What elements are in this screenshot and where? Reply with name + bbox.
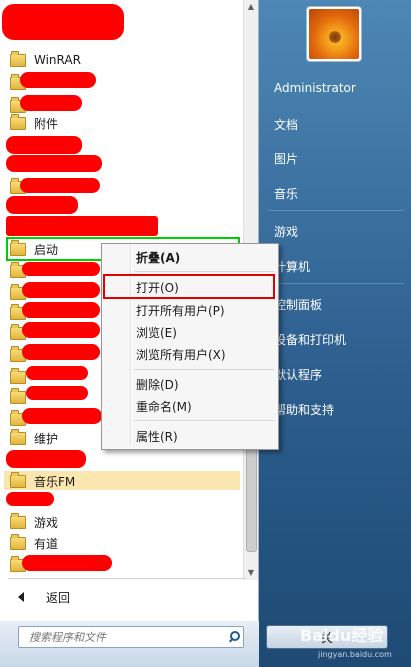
right-item-default-programs[interactable]: 默认程序	[264, 362, 410, 386]
context-separator	[134, 420, 274, 421]
program-folder-games[interactable]: 游戏	[4, 511, 240, 533]
program-label: 音乐FM	[34, 474, 76, 489]
redacted-item	[22, 302, 100, 318]
scroll-thumb[interactable]	[246, 440, 257, 552]
context-separator	[134, 271, 274, 272]
program-folder-winrar[interactable]: WinRAR	[4, 49, 240, 71]
context-item-label: 打开(O)	[136, 280, 179, 295]
context-item-explore[interactable]: 浏览(E)	[136, 322, 274, 342]
context-item-open[interactable]: 打开(O)	[136, 277, 274, 297]
program-folder-musicfm[interactable]: 音乐FM	[4, 470, 240, 492]
right-separator	[268, 210, 404, 211]
program-label: WinRAR	[34, 53, 81, 67]
scroll-down-arrow-icon[interactable]: ▼	[244, 566, 258, 580]
right-item-documents[interactable]: 文档	[264, 112, 410, 136]
redacted-item	[22, 322, 100, 338]
program-folder-accessories[interactable]: 附件	[4, 112, 240, 134]
right-item-label: 控制面板	[274, 297, 323, 312]
context-item-label: 删除(D)	[136, 377, 179, 392]
right-item-devices-printers[interactable]: 设备和打印机	[264, 327, 410, 351]
back-label: 返回	[46, 590, 71, 605]
redacted-item	[22, 408, 102, 424]
back-arrow-icon	[18, 592, 24, 602]
program-label: 附件	[34, 116, 59, 131]
right-item-label: 图片	[274, 151, 299, 166]
context-item-delete[interactable]: 删除(D)	[136, 374, 274, 394]
watermark-url: jingyan.baidu.com	[318, 650, 392, 659]
redacted-item	[6, 155, 102, 172]
right-item-label: 游戏	[274, 224, 299, 239]
redacted-item	[22, 344, 100, 360]
context-item-collapse[interactable]: 折叠(A)	[136, 247, 274, 267]
program-label: 游戏	[34, 515, 59, 530]
right-item-computer[interactable]: 计算机	[264, 254, 410, 278]
redacted-item	[20, 178, 100, 193]
context-separator	[134, 369, 274, 370]
folder-icon	[10, 387, 26, 404]
redacted-item	[22, 555, 112, 571]
right-item-label: 默认程序	[274, 367, 323, 382]
right-item-help-support[interactable]: 帮助和支持	[264, 397, 410, 421]
program-folder-youdao[interactable]: 有道	[4, 532, 240, 554]
right-item-label: 计算机	[274, 259, 311, 274]
scroll-up-arrow-icon[interactable]: ▲	[244, 0, 258, 14]
context-item-rename[interactable]: 重命名(M)	[136, 396, 274, 416]
context-item-explore-all-users[interactable]: 浏览所有用户(X)	[136, 344, 274, 364]
context-item-label: 浏览(E)	[136, 325, 177, 340]
right-item-label: 文档	[274, 117, 299, 132]
right-item-games[interactable]: 游戏	[264, 219, 410, 243]
redacted-item	[26, 366, 88, 380]
watermark-logo: Baidu经验	[300, 626, 384, 645]
right-item-control-panel[interactable]: 控制面板	[264, 292, 410, 316]
context-menu: 折叠(A) 打开(O) 打开所有用户(P) 浏览(E) 浏览所有用户(X) 删除…	[101, 243, 279, 450]
folder-icon	[10, 471, 26, 488]
right-item-label: 帮助和支持	[274, 402, 335, 417]
avatar	[309, 9, 359, 59]
redacted-item	[6, 450, 86, 468]
redacted-item	[2, 4, 124, 40]
redacted-item	[6, 136, 82, 154]
folder-icon	[10, 367, 26, 384]
context-item-label: 折叠(A)	[136, 250, 181, 265]
context-item-open-all-users[interactable]: 打开所有用户(P)	[136, 300, 274, 320]
folder-icon	[10, 428, 26, 445]
redacted-item	[6, 492, 54, 506]
context-item-label: 打开所有用户(P)	[136, 303, 225, 318]
redacted-item	[20, 95, 82, 111]
search-icon[interactable]	[225, 628, 243, 646]
redacted-item	[6, 216, 158, 236]
redacted-item	[20, 72, 96, 88]
context-item-label: 属性(R)	[136, 429, 178, 444]
right-separator	[268, 283, 404, 284]
right-item-user[interactable]: Administrator	[264, 76, 410, 100]
back-button[interactable]: 返回	[8, 585, 246, 609]
redacted-item	[26, 386, 88, 400]
folder-icon	[10, 533, 26, 550]
context-item-properties[interactable]: 属性(R)	[136, 426, 274, 446]
programs-divider	[8, 578, 246, 579]
right-item-music[interactable]: 音乐	[264, 181, 410, 205]
search-field[interactable]	[18, 626, 244, 648]
redacted-item	[6, 196, 78, 214]
folder-icon	[10, 50, 26, 67]
right-item-label: 音乐	[274, 186, 299, 201]
right-item-pictures[interactable]: 图片	[264, 146, 410, 170]
context-item-label: 浏览所有用户(X)	[136, 347, 226, 362]
program-label: 启动	[34, 242, 59, 257]
search-input[interactable]	[19, 629, 225, 645]
folder-icon	[10, 113, 26, 130]
folder-icon	[10, 512, 26, 529]
right-item-label: Administrator	[274, 81, 356, 95]
right-item-label: 设备和打印机	[274, 332, 347, 347]
redacted-item	[22, 282, 100, 298]
user-avatar-frame[interactable]	[306, 6, 362, 62]
program-label: 有道	[34, 536, 59, 551]
program-label: 维护	[34, 431, 59, 446]
context-item-label: 重命名(M)	[136, 399, 192, 414]
redacted-item	[22, 262, 100, 276]
folder-icon	[10, 239, 26, 256]
